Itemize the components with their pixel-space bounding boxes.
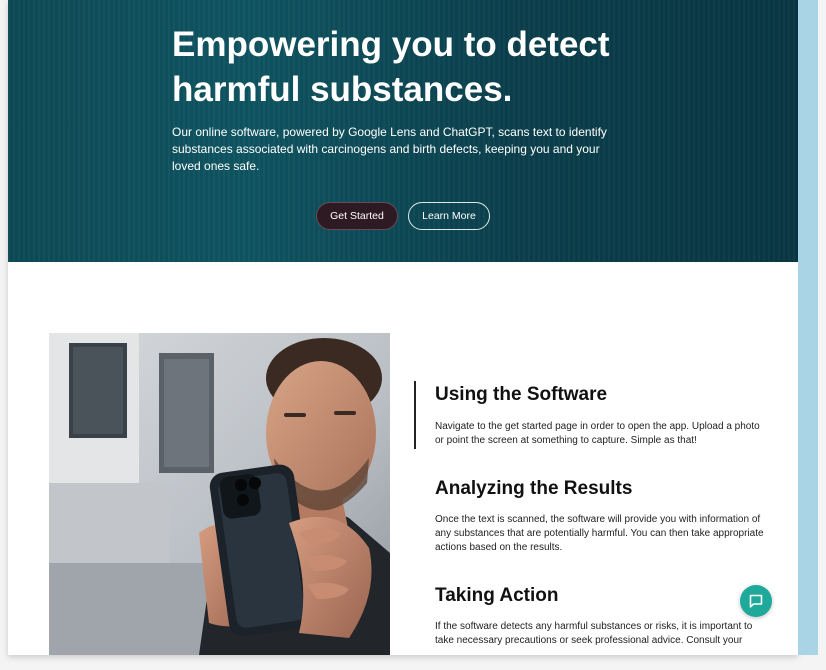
section-text-using-software: Navigate to the get started page in orde… — [435, 421, 760, 446]
section-title-using-software: Using the Software — [435, 384, 608, 405]
page-viewport: Empowering you to detect harmful substan… — [8, 0, 798, 655]
section-title-taking-action: Taking Action — [435, 585, 559, 606]
hero-description: Our online software, powered by Google L… — [172, 125, 607, 173]
section-title-analyzing-results: Analyzing the Results — [435, 478, 633, 499]
chat-icon — [748, 593, 764, 609]
section-text-taking-action: If the software detects any harmful subs… — [435, 621, 753, 646]
section-text-analyzing-results: Once the text is scanned, the software w… — [435, 514, 764, 553]
learn-more-button[interactable]: Learn More — [408, 202, 490, 230]
hero-banner: Empowering you to detect harmful substan… — [8, 0, 798, 262]
scrollbar-track[interactable] — [798, 0, 818, 655]
hero-title: Empowering you to detect harmful substan… — [172, 25, 610, 109]
section-divider — [414, 381, 416, 449]
get-started-button[interactable]: Get Started — [316, 202, 398, 230]
chat-button[interactable] — [740, 585, 772, 617]
person-with-phone-photo — [49, 333, 390, 655]
